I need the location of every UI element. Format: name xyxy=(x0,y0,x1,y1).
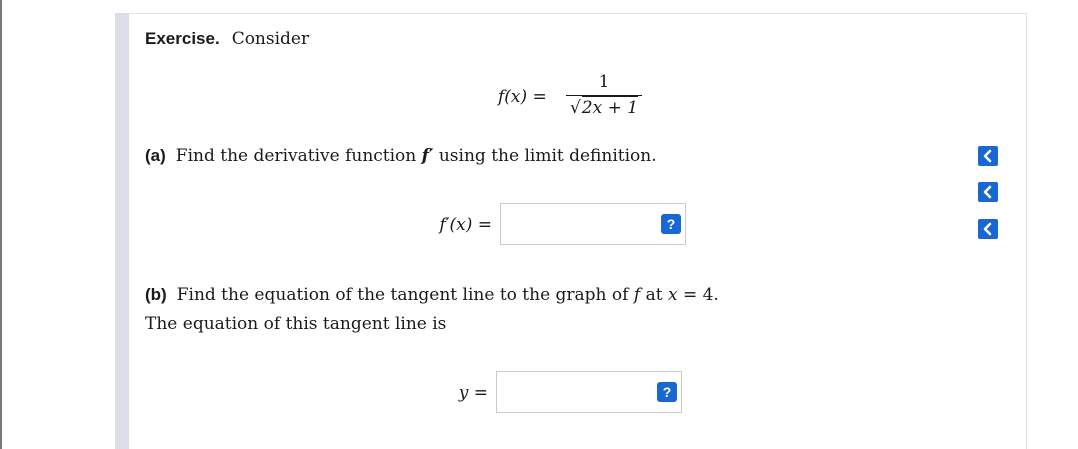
part-a-prompt: (a) Find the derivative function f′ using… xyxy=(145,146,657,166)
part-b-followup: The equation of this tangent line is xyxy=(145,314,447,334)
part-b-prompt: (b) Find the equation of the tangent line… xyxy=(145,285,719,305)
window-edge xyxy=(0,0,2,449)
part-b-text-before: Find the equation of the tangent line to… xyxy=(176,285,629,305)
card-accent-stripe xyxy=(115,13,129,449)
part-b-equals: = 4. xyxy=(682,285,719,305)
part-b-symbol-x: x xyxy=(667,285,678,305)
exercise-intro: Consider xyxy=(231,29,310,49)
formula-numerator: 1 xyxy=(598,72,610,92)
part-a-text-before: Find the derivative function xyxy=(175,146,417,166)
page: Exercise. Consider f(x) = 1 √2x + 1 (a) Fi… xyxy=(0,0,1078,449)
derivative-answer-input[interactable] xyxy=(500,203,686,245)
formula-lhs: f(x) = xyxy=(498,87,547,107)
answer-b-label: y = xyxy=(458,383,488,403)
part-b-symbol-f: f xyxy=(633,285,641,305)
sqrt-symbol: √ xyxy=(569,98,581,118)
part-a-label: (a) xyxy=(145,146,166,165)
tangent-line-answer-input[interactable] xyxy=(496,371,682,413)
chevron-left-icon[interactable] xyxy=(978,219,998,239)
answer-a-label: f′(x) = xyxy=(439,215,492,235)
help-button-a[interactable]: ? xyxy=(661,214,681,234)
exercise-heading: Exercise. Consider xyxy=(145,29,309,49)
part-b-label: (b) xyxy=(145,285,167,304)
help-button-b[interactable]: ? xyxy=(657,382,677,402)
part-a-symbol: f′ xyxy=(421,146,434,166)
chevron-left-icon[interactable] xyxy=(978,146,998,166)
exercise-label: Exercise. xyxy=(145,29,220,48)
chevron-left-icon[interactable] xyxy=(978,182,998,202)
formula-fraction: 1 √2x + 1 xyxy=(566,72,642,118)
part-b-text-at: at xyxy=(645,285,663,305)
formula-radicand: 2x + 1 xyxy=(581,96,639,118)
formula-denominator: √2x + 1 xyxy=(566,96,642,118)
part-a-text-after: using the limit definition. xyxy=(438,146,657,166)
